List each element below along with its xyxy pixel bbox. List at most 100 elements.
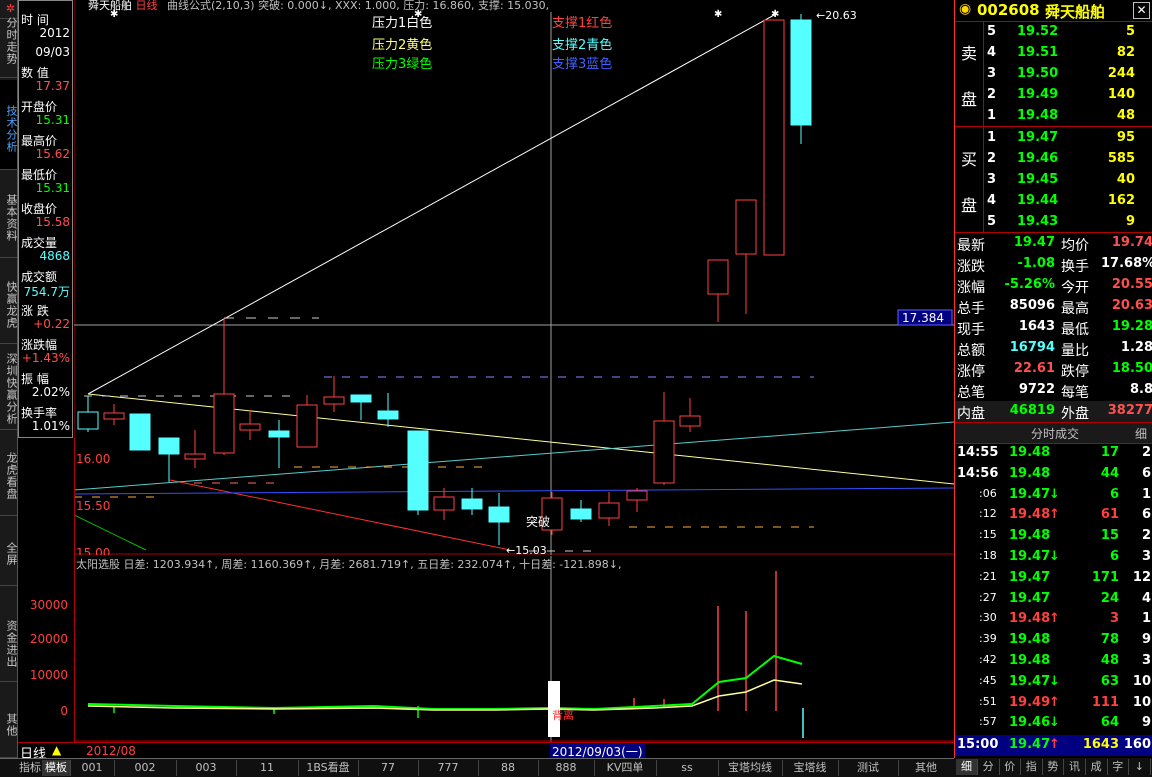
ticks-detail-button[interactable]: 细	[1135, 425, 1147, 442]
candle[interactable]	[296, 404, 318, 448]
candle[interactable]	[570, 508, 592, 520]
quote-tab[interactable]: 成	[1086, 759, 1108, 775]
cursor-price-value: 17.384	[902, 311, 944, 325]
info-value: 754.7万	[23, 285, 70, 299]
ticks-header: 分时成交 细	[955, 422, 1152, 444]
candle[interactable]	[213, 393, 235, 454]
tab-fullscreen[interactable]: 全屏	[0, 516, 18, 586]
candle[interactable]	[377, 410, 399, 420]
bottom-tab[interactable]: ss	[656, 760, 719, 776]
warning-icon: ▲	[52, 743, 62, 757]
candle[interactable]	[790, 19, 812, 126]
info-value: 4868	[39, 249, 70, 263]
bottom-tab[interactable]: 11	[236, 760, 299, 776]
order-book-row[interactable]: 2 19.49 140	[955, 85, 1152, 106]
bottom-tab[interactable]: 指标	[18, 760, 43, 776]
candle[interactable]	[679, 415, 701, 427]
order-side-label: 买	[961, 150, 978, 169]
quote-tab[interactable]: 细	[956, 759, 978, 775]
order-book-row[interactable]: 2 19.46 585	[955, 149, 1152, 170]
quote-stat-row: 总手 85096 最高 20.63	[957, 298, 1152, 317]
candle[interactable]	[323, 396, 345, 405]
candle[interactable]	[129, 413, 151, 451]
candle[interactable]	[653, 420, 675, 484]
bottom-tab[interactable]: 其他	[898, 760, 955, 776]
bottom-tab[interactable]: 77	[358, 760, 419, 776]
bottom-tab[interactable]: 宝塔线	[782, 760, 839, 776]
tab-fund-flow[interactable]: 资金进出	[0, 586, 18, 682]
order-book-row[interactable]: 1 19.47 95	[955, 128, 1152, 149]
quote-tab[interactable]: 讯	[1064, 759, 1086, 775]
candle[interactable]	[184, 453, 206, 460]
quote-stat-row: 总额 16794 量比 1.28	[957, 340, 1152, 359]
candle[interactable]	[158, 437, 180, 455]
candle[interactable]	[763, 19, 785, 256]
quote-tab[interactable]: 分	[978, 759, 1000, 775]
tab-dragon-board[interactable]: 龙虎看盘	[0, 430, 18, 516]
candle[interactable]	[268, 430, 290, 438]
bottom-tab[interactable]: 001	[70, 760, 115, 776]
order-side-label: 盘	[961, 90, 978, 109]
bottom-tab[interactable]: 1BS看盘	[298, 760, 359, 776]
bottom-tab[interactable]: 003	[176, 760, 237, 776]
candle[interactable]	[598, 502, 620, 519]
bottom-tab[interactable]: 宝塔均线	[718, 760, 783, 776]
candle[interactable]	[407, 430, 429, 511]
candle[interactable]	[735, 199, 757, 255]
legend-support1: 支撑1红色	[552, 15, 612, 31]
info-value: +1.43%	[21, 351, 70, 365]
order-side-label: 卖	[961, 44, 978, 63]
tab-fundamentals[interactable]: 基本资料	[0, 170, 18, 258]
tick-list[interactable]: 14:55 19.48 17 2 14:56 19.48 44 6:06 19.47 ↓ 6 1:12…	[955, 443, 1152, 735]
info-value: 1.01%	[31, 419, 70, 433]
info-value: 2.02%	[31, 385, 70, 399]
bottom-tab[interactable]: 888	[538, 760, 595, 776]
tab-technical[interactable]: 技术分析	[0, 80, 18, 170]
tick-row: :45 19.47 ↓ 63 10	[979, 673, 1151, 689]
candle[interactable]	[488, 506, 510, 523]
bottom-tab[interactable]: 777	[418, 760, 479, 776]
candle[interactable]	[707, 259, 729, 295]
tab-shenzhen-analysis[interactable]: 深圳快赢分析	[0, 344, 18, 430]
quote-tab[interactable]: ↓	[1129, 759, 1151, 775]
legend-pressure1: 压力1白色	[372, 15, 432, 31]
quote-tab[interactable]: 价	[999, 759, 1022, 775]
order-book-row[interactable]: 3 19.50 244	[955, 64, 1152, 85]
candle[interactable]	[433, 496, 455, 511]
order-side-label: 盘	[961, 196, 978, 215]
date-bar: 日线 ▲ 2012/08 2012/09/03(一)	[18, 742, 954, 762]
stock-code: 002608	[977, 1, 1040, 19]
indicator-chart[interactable]: 太阳选股 日差: 1203.934↑, 周差: 1160.369↑, 月差: 2…	[74, 556, 954, 742]
candle[interactable]	[461, 498, 483, 510]
divergence-label: 背离	[552, 708, 574, 722]
tab-dragon-tiger[interactable]: 快赢龙虎	[0, 258, 18, 344]
bottom-tab[interactable]: 测试	[838, 760, 899, 776]
order-book-row[interactable]: 5 19.52 5	[955, 22, 1152, 43]
info-value: 15.58	[35, 215, 70, 229]
candlestick-chart[interactable]: ✱ ✱ ✱ ✱ 16.00 15.50 15.00 ←20.63 ←15.03 …	[74, 0, 954, 555]
candle[interactable]	[350, 394, 372, 403]
candle[interactable]	[103, 412, 125, 420]
info-value: 09/03	[35, 45, 70, 59]
bottom-tab[interactable]: 002	[114, 760, 177, 776]
quote-stat-row: 涨跌 -1.08 换手 17.68%	[957, 256, 1152, 275]
order-book-row[interactable]: 1 19.48 48	[955, 106, 1152, 127]
quote-tab[interactable]: 指	[1021, 759, 1043, 775]
tab-intraday[interactable]: 分时走势	[0, 0, 18, 78]
candle[interactable]	[77, 411, 99, 430]
quote-tab[interactable]: 势	[1042, 759, 1065, 775]
quote-tab[interactable]: 字	[1107, 759, 1130, 775]
order-book-row[interactable]: 4 19.51 82	[955, 43, 1152, 64]
info-value: 15.62	[35, 147, 70, 161]
tab-other[interactable]: 其他	[0, 682, 18, 758]
candle[interactable]	[239, 423, 261, 431]
bottom-tab[interactable]: 模板	[42, 760, 71, 776]
bottom-tab[interactable]: KV四单	[594, 760, 657, 776]
candle[interactable]	[626, 490, 648, 501]
order-book-row[interactable]: 5 19.43 9	[955, 212, 1152, 233]
order-book-row[interactable]: 4 19.44 162	[955, 191, 1152, 212]
bottom-tab[interactable]: 88	[478, 760, 539, 776]
order-book-row[interactable]: 3 19.45 40	[955, 170, 1152, 191]
close-icon[interactable]: ✕	[1133, 2, 1150, 19]
quote-stat-row: 最新 19.47 均价 19.74	[957, 235, 1152, 254]
